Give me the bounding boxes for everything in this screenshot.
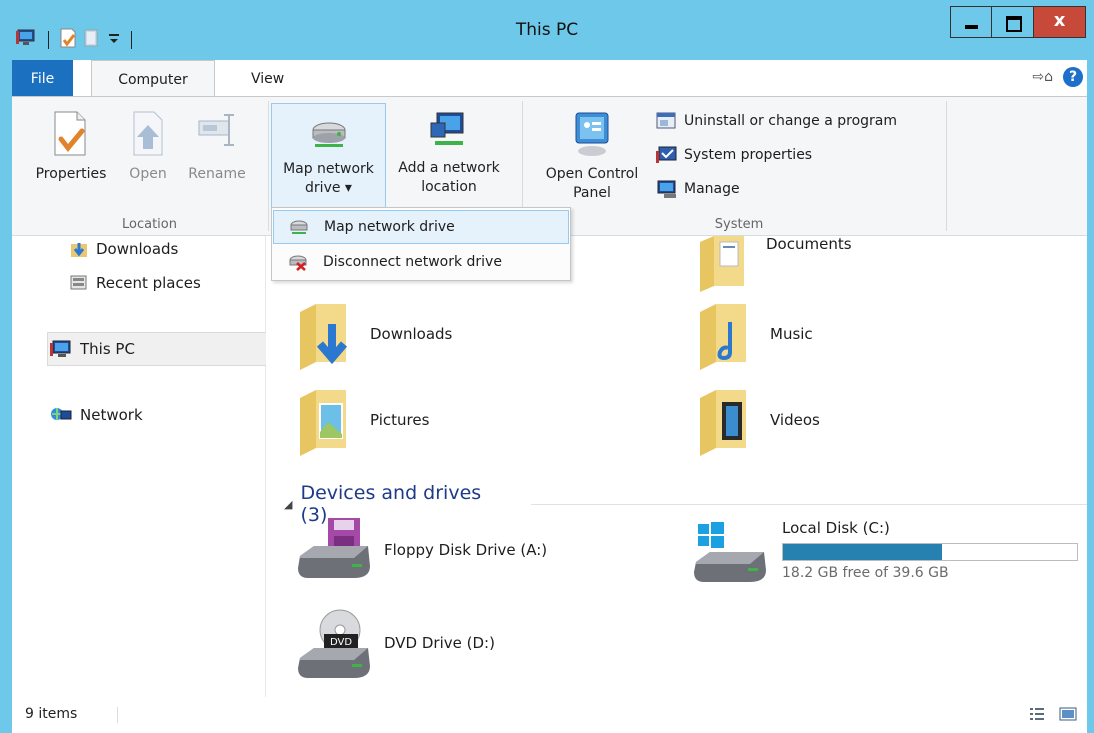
network-drive-icon [312,122,345,147]
help-icon[interactable]: ? [1063,67,1083,87]
rename-button[interactable]: Rename [184,109,250,184]
manage-icon [657,180,676,198]
maximize-button[interactable] [992,6,1034,38]
pictures-folder-icon [300,390,346,456]
group-separator [268,101,269,231]
group-label-location: Location [122,217,177,232]
ribbon-tabs: File Computer View ⇨⌂ ? [12,60,1087,97]
recent-places-icon [70,275,87,290]
rename-icon [198,114,234,146]
control-panel-icon [575,112,609,156]
disconnect-drive-icon [273,253,323,271]
this-pc-icon [50,340,71,357]
tab-view[interactable]: View [251,60,284,96]
system-properties-icon [656,146,677,163]
add-network-location-button[interactable]: Add a network location [388,109,510,197]
minimize-icon [965,25,978,29]
properties-icon [54,111,86,156]
tab-file[interactable]: File [12,60,73,96]
pin-ribbon-icon[interactable]: ⇨⌂ [1032,69,1053,85]
window-title: This PC [515,20,579,40]
nav-item-network[interactable]: Network [50,406,143,424]
group-label-system: System [714,217,764,232]
map-network-drive-menu: Map network drive Disconnect network dri… [271,207,571,281]
explorer-window: This PC x File Computer View ⇨⌂ ? Proper… [0,0,1094,733]
documents-folder-icon [700,236,744,292]
map-network-drive-button[interactable]: Map network drive ▾ [271,103,386,209]
maximize-icon [1006,16,1022,32]
map-drive-icon-wrap [272,110,385,160]
downloads-folder-icon [300,304,348,370]
menu-item-map-network-drive[interactable]: Map network drive [273,210,569,244]
add-network-location-icon [430,112,464,145]
menu-item-disconnect-network-drive[interactable]: Disconnect network drive [273,245,569,279]
svg-text:DVD: DVD [330,637,352,648]
navigation-pane: Downloads Recent places This PC Network [12,236,274,697]
network-drive-icon [274,218,324,236]
item-count: 9 items [25,706,78,722]
downloads-icon [71,243,87,257]
minimize-button[interactable] [950,6,992,38]
close-button[interactable]: x [1034,6,1086,38]
content-pane: Documents Downloads Music Pictures Video… [266,235,1087,697]
folder-videos[interactable]: Videos [696,388,820,456]
close-icon: x [1053,10,1066,31]
uninstall-program-icon [656,112,676,129]
manage-button[interactable]: Manage [656,179,740,199]
collapse-triangle-icon[interactable]: ◢ [284,498,292,511]
section-divider [531,503,1087,505]
system-properties-button[interactable]: System properties [656,145,812,165]
drive-dvd[interactable]: DVD DVD Drive (D:) [294,606,495,680]
capacity-bar [782,543,1078,561]
drive-floppy[interactable]: Floppy Disk Drive (A:) [294,516,547,584]
status-separator [117,707,118,723]
music-folder-icon [700,304,746,370]
nav-item-downloads[interactable]: Downloads [70,240,178,258]
status-bar: 9 items [12,697,1087,733]
drive-local-disk[interactable]: Local Disk (C:) 18.2 GB free of 39.6 GB [692,516,1078,584]
group-separator [946,101,947,231]
nav-item-this-pc[interactable]: This PC [50,340,135,358]
open-button[interactable]: Open [124,109,172,184]
open-icon [133,111,163,156]
tab-computer[interactable]: Computer [91,60,215,97]
view-switcher [1029,706,1077,722]
folder-music[interactable]: Music [696,302,813,370]
capacity-fill [783,544,942,560]
folder-downloads[interactable]: Downloads [296,302,452,370]
network-icon [51,408,72,420]
uninstall-program-button[interactable]: Uninstall or change a program [656,111,897,131]
folder-pictures[interactable]: Pictures [296,388,429,456]
local-disk-icon [694,522,766,582]
open-control-panel-button[interactable]: Open Control Panel [532,109,652,203]
local-disk-info: Local Disk (C:) 18.2 GB free of 39.6 GB [782,519,1078,581]
properties-button[interactable]: Properties [32,109,110,184]
nav-item-recent-places[interactable]: Recent places [70,274,201,292]
floppy-drive-icon [298,518,370,578]
videos-folder-icon [700,390,746,456]
folder-documents[interactable]: Documents [696,235,852,292]
title-bar: This PC x [0,0,1094,60]
details-view-icon[interactable] [1029,706,1045,722]
dvd-drive-icon: DVD [298,609,370,678]
large-icons-view-icon[interactable] [1059,706,1077,722]
